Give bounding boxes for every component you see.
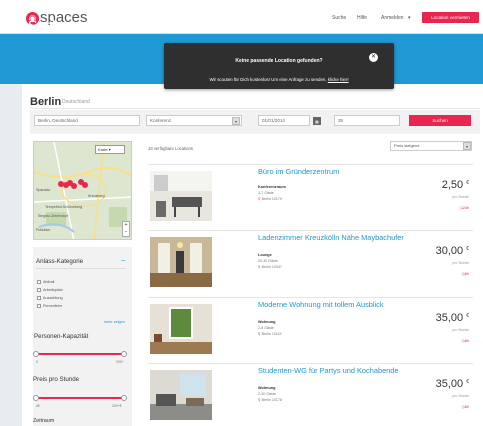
listing-guests: 2-8 Gäste [258,326,274,330]
map-type-select[interactable]: Karte ▾ [95,145,125,154]
listing-address: ⚲ Berlin 10179 [258,197,282,201]
event-type-select[interactable]: Konferenz [146,115,242,126]
listing-guests: 20-30 Gäste [258,259,278,263]
listing-title[interactable]: Büro im Gründerzentrum [258,167,408,176]
map-label: Steglitz-Zehlendorf [38,214,69,218]
category-option[interactable]: Abiball [37,280,54,284]
list-item[interactable]: Büro im Gründerzentrum Konferenzraum 3-7… [148,164,473,225]
chevron-down-icon[interactable]: ▾ [463,142,471,150]
location-pin-icon: ⚲ [258,332,261,336]
city-heading: Berlin [30,96,62,108]
listing-title[interactable]: Moderne Wohnung mit tollem Ausblick [258,300,408,309]
checkbox[interactable] [37,280,41,284]
listing-price: 35,00 € [435,378,469,390]
close-icon[interactable]: ✕ [369,53,378,62]
nav-link-hilfe[interactable]: Hilfe [357,15,367,21]
listing-guests: 3-7 Gäste [258,191,274,195]
listing-guests: 2-30 Gäste [258,392,276,396]
listing-category: Lounge [258,253,272,257]
chevron-down-icon[interactable]: ▾ [232,117,240,125]
slider-handle-max[interactable] [121,395,127,401]
results-count: 18 verfügbare Locations [148,146,193,151]
calendar-icon[interactable]: ▦ [313,117,321,125]
notice-title: Keine passende Location gefunden? [235,58,323,64]
category-filter-title: Anlass-Kategorie [36,258,84,265]
slider-handle-min[interactable] [33,395,39,401]
listing-photo[interactable] [150,370,212,420]
show-more-link[interactable]: mehr zeigen [104,320,125,324]
divider [36,268,126,269]
page-title: Suche [28,17,68,33]
listing-category: Wohnung [258,320,276,324]
listing-price: 2,50 € [441,179,469,191]
category-option[interactable]: Firmenfeier [37,304,62,308]
map-markers [57,178,97,194]
notice-text: Wir scouten für Dich kostenlos! Um eine … [209,77,349,82]
checkbox[interactable] [37,296,41,300]
collapse-icon[interactable]: − [121,256,126,265]
sort-select[interactable]: Preis steigend [390,141,472,151]
listing-address: ⚲ Berlin 10178 [258,398,282,402]
slider-min-label: 0 [36,360,38,364]
search-button[interactable]: Suchen [409,115,471,126]
slider-min-label: 0€ [36,404,40,408]
category-option[interactable]: Arbeitsplatz [37,288,63,292]
slider-max-label: 200+€ [112,404,122,408]
listing-category: Konferenzraum [258,185,286,189]
listing-price: 30,00 € [435,245,469,257]
listing-address: ⚲ Berlin 10115 [258,332,282,336]
price-unit: pro Stunde [452,394,469,398]
listing-photo[interactable] [150,171,212,221]
chevron-down-icon: ▾ [108,147,111,152]
listing-photo[interactable] [150,237,212,287]
duration-badge: ◷8h [461,339,469,343]
map-label: Kreuzberg [88,194,105,198]
listing-title[interactable]: Studenten-WG für Partys und Kochabende [258,366,408,375]
persons-filter-title: Personen-Kapazität [34,333,89,340]
location-pin-icon: ⚲ [258,398,261,402]
date-input[interactable]: 01/01/2014 [258,115,310,126]
slider-max-label: 200+ [116,360,124,364]
slider-handle-max[interactable] [121,351,127,357]
listing-title[interactable]: Ladenzimmer Kreuzkölln Nähe Maybachufer [258,233,408,242]
checkbox[interactable] [37,288,41,292]
duration-badge: ◷8h [461,405,469,409]
checkbox[interactable] [37,304,41,308]
duration-badge: ◷8h [461,272,469,276]
category-option[interactable]: Ausstellung [37,296,63,300]
chevron-down-icon: ▾ [408,15,411,21]
map-label: Potsdam [36,228,51,232]
slider-handle-min[interactable] [33,351,39,357]
price-filter-title: Preis pro Stunde [33,376,80,383]
location-pin-icon: ⚲ [258,265,261,269]
listing-photo[interactable] [150,304,212,354]
notice-popup: Keine passende Location gefunden? ✕ Wir … [164,43,394,89]
listing-price: 35,00 € [435,312,469,324]
list-item[interactable]: Studenten-WG für Partys und Kochabende W… [148,363,473,424]
list-location-button[interactable]: Location vermieten [422,12,479,23]
guests-input[interactable]: 35 [334,115,400,126]
persons-slider-track[interactable] [36,353,125,355]
list-item[interactable]: Ladenzimmer Kreuzkölln Nähe Maybachufer … [148,230,473,291]
time-filter-title: Zeitraum [33,418,55,424]
divider [30,108,480,109]
duration-badge: ◷24h [459,206,469,210]
listing-category: Wohnung [258,386,276,390]
location-pin-icon: ⚲ [258,197,261,201]
price-unit: pro Stunde [452,328,469,332]
price-slider-track[interactable] [36,397,125,399]
list-item[interactable]: Moderne Wohnung mit tollem Ausblick Wohn… [148,297,473,358]
listing-address: ⚲ Berlin 12047 [258,265,282,269]
map-label: Spandau [36,188,51,192]
notice-link[interactable]: klicke hier! [328,77,349,82]
nav-link-anmelden[interactable]: Anmelden [381,15,404,21]
nav-link-suche[interactable]: Suche [332,15,346,21]
map-label: Tempelhof-Schöneberg [45,205,83,209]
country-label: Deutschland [62,99,90,105]
map-zoom-control[interactable]: + − [122,221,130,237]
price-unit: pro Stunde [452,261,469,265]
price-unit: pro Stunde [452,195,469,199]
location-input[interactable]: Berlin, Deutschland [34,115,140,126]
